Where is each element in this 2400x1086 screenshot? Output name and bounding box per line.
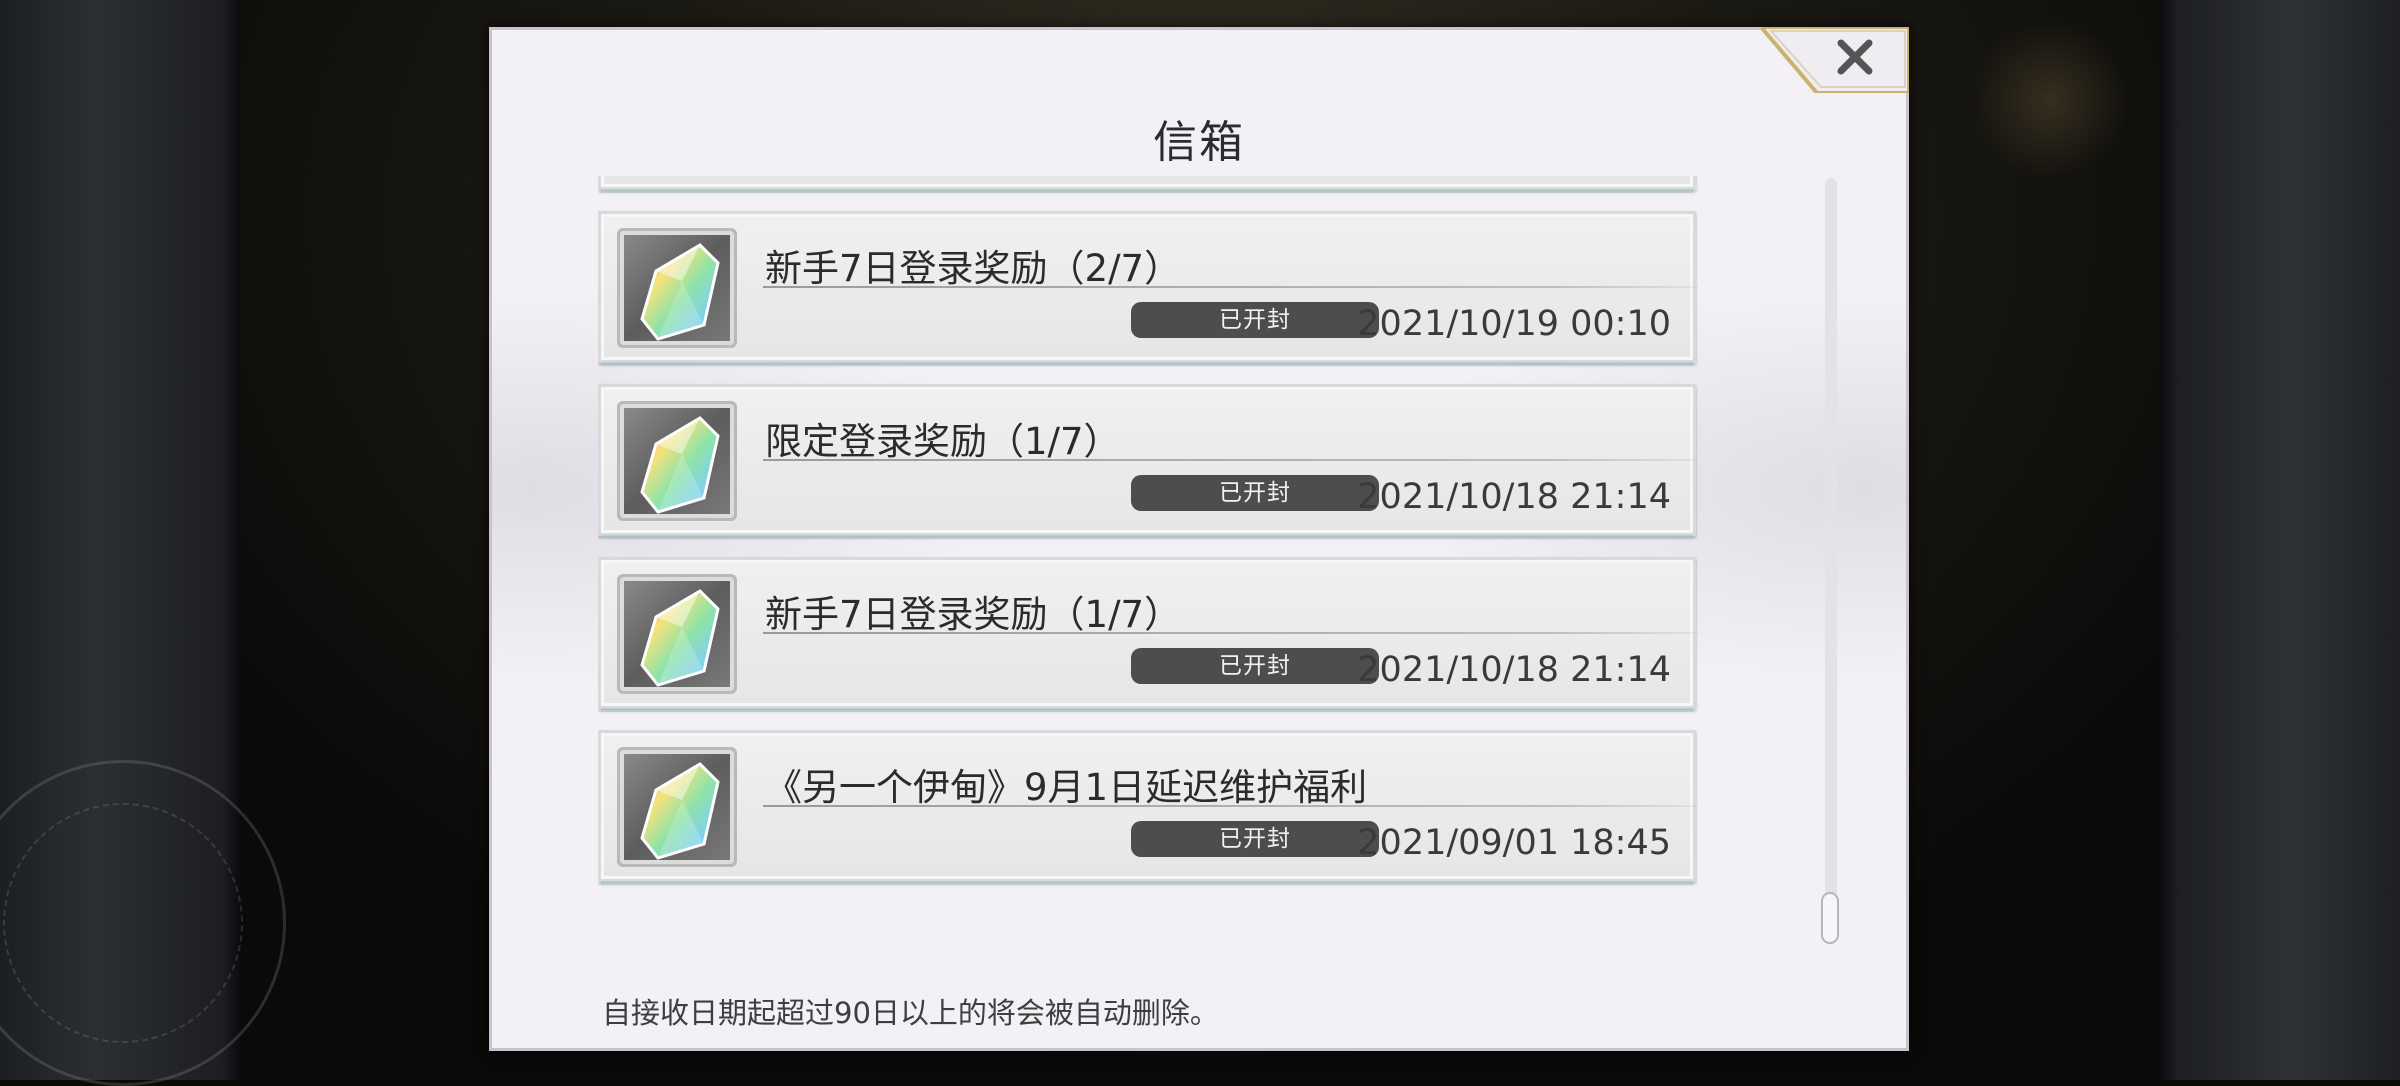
mail-icon-frame — [617, 747, 737, 867]
scrollbar-track[interactable] — [1825, 178, 1837, 938]
crystal-icon — [640, 589, 720, 687]
crystal-icon — [640, 416, 720, 514]
mail-item[interactable]: 《另一个伊甸》9月1日延迟维护福利已开封 2021/09/01 18:45 — [598, 730, 1698, 885]
status-badge: 已开封 — [1131, 648, 1379, 684]
mail-title: 《另一个伊甸》9月1日延迟维护福利 — [765, 766, 1368, 809]
status-badge: 已开封 — [1131, 302, 1379, 338]
mail-date: 2021/10/18 21:14 — [1357, 477, 1671, 517]
mail-item[interactable]: 限定登录奖励（1/7） 已开封 2021/10/18 21:14 — [598, 384, 1698, 539]
auto-delete-note: 自接收日期起超过90日以上的将会被自动删除。 — [602, 996, 1219, 1030]
mail-icon-frame — [617, 228, 737, 348]
title-underline — [763, 805, 1698, 807]
title-underline — [763, 632, 1698, 634]
mail-item[interactable]: 新手7日登录奖励（1/7） 已开封 2021/10/18 21:14 — [598, 557, 1698, 712]
mail-item[interactable]: 已开封2021/10/19 00:10 — [598, 176, 1696, 193]
mail-date: 2021/10/18 21:14 — [1357, 650, 1671, 690]
mail-icon-frame — [617, 401, 737, 521]
mail-item[interactable]: 新手7日登录奖励（2/7） 已开封 2021/10/19 00:10 — [598, 211, 1698, 366]
right-panel-decoration — [2160, 0, 2400, 1080]
close-button[interactable] — [1761, 27, 1909, 93]
title-underline — [763, 459, 1698, 461]
lamp-glow — [1970, 20, 2130, 180]
mail-icon-frame — [617, 574, 737, 694]
crystal-icon — [640, 243, 720, 341]
clock-decoration — [0, 760, 286, 1086]
mail-title: 新手7日登录奖励（1/7） — [765, 593, 1182, 636]
crystal-icon — [640, 762, 720, 860]
dialog-title: 信箱 — [1153, 117, 1245, 168]
mail-date: 2021/09/01 18:45 — [1357, 823, 1671, 863]
close-x-icon — [1837, 39, 1873, 75]
title-underline — [763, 286, 1698, 288]
mailbox-dialog: 信箱 已开封2021/10/19 00:10新手7日登录奖励（2/7）已开封20… — [489, 27, 1909, 1051]
status-badge: 已开封 — [1131, 475, 1379, 511]
mail-date: 2021/10/19 00:10 — [1357, 304, 1671, 344]
mail-list[interactable]: 已开封2021/10/19 00:10新手7日登录奖励（2/7）已开封2021/… — [598, 176, 1698, 946]
scrollbar-thumb[interactable] — [1821, 892, 1839, 944]
mail-title: 新手7日登录奖励（2/7） — [765, 247, 1182, 290]
mail-title: 限定登录奖励（1/7） — [765, 420, 1121, 463]
status-badge: 已开封 — [1131, 821, 1379, 857]
